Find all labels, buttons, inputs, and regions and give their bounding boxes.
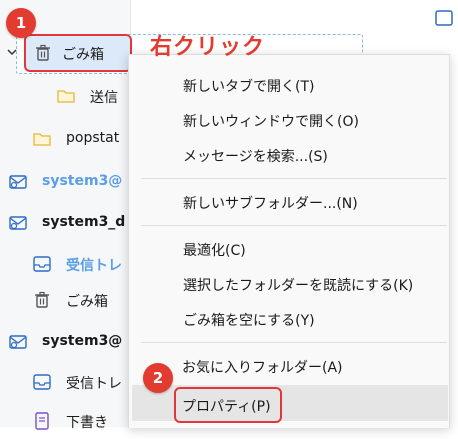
right-click-annotation: 右クリック	[150, 35, 266, 60]
chevron-down-icon[interactable]	[6, 46, 18, 58]
folder-label: ごみ箱	[62, 47, 104, 63]
step-badge-2: 2	[143, 363, 173, 393]
menu-item-open-new-tab[interactable]: 新しいタブで開く(T)	[129, 69, 449, 101]
account-item-system3-b[interactable]: system3@	[0, 324, 140, 360]
account-item-system3-d[interactable]: system3_d	[0, 205, 140, 241]
menu-item-favorite-folder[interactable]: お気に入りフォルダー(A)	[128, 350, 448, 382]
menu-separator	[141, 342, 447, 343]
folder-label: 受信トレ	[66, 258, 122, 274]
mail-account-icon	[9, 335, 27, 349]
folder-item-sent[interactable]: 送信	[0, 78, 140, 114]
folder-label: 送信	[90, 90, 118, 106]
trash-icon	[36, 44, 50, 61]
folder-item-trash[interactable]: ごみ箱	[0, 35, 140, 71]
folder-item-inbox-2[interactable]: 受信トレ	[0, 364, 140, 400]
menu-item-new-subfolder[interactable]: 新しいサブフォルダー...(N)	[129, 186, 449, 218]
menu-item-label: 選択したフォルダーを既読にする(K)	[183, 278, 414, 294]
inbox-icon	[33, 256, 51, 272]
menu-item-label: メッセージを検索...(S)	[183, 149, 328, 165]
folder-label: 受信トレ	[66, 376, 122, 392]
account-item-system3-a[interactable]: system3@	[0, 164, 140, 200]
menu-item-search-messages[interactable]: メッセージを検索...(S)	[129, 139, 449, 171]
folder-item-popstat[interactable]: popstat	[0, 121, 140, 157]
menu-item-label: 新しいサブフォルダー...(N)	[183, 196, 358, 212]
step-badge-1: 1	[6, 8, 36, 38]
menu-item-label: 新しいタブで開く(T)	[183, 79, 315, 95]
menu-item-label: 新しいウィンドウで開く(O)	[183, 114, 359, 130]
drafts-icon	[35, 412, 49, 430]
menu-separator	[141, 178, 447, 179]
menu-item-label: 最適化(C)	[183, 243, 246, 259]
inbox-icon	[33, 374, 51, 390]
menu-item-compact[interactable]: 最適化(C)	[129, 233, 449, 265]
folder-label: popstat	[66, 130, 120, 146]
trash-icon	[35, 291, 49, 308]
folder-icon	[57, 90, 75, 103]
folder-icon	[33, 133, 51, 146]
menu-separator	[141, 225, 447, 226]
folder-item-drafts[interactable]: 下書き	[0, 403, 140, 439]
menu-item-open-new-window[interactable]: 新しいウィンドウで開く(O)	[129, 104, 449, 136]
folder-label: 下書き	[66, 415, 108, 431]
folder-item-trash-2[interactable]: ごみ箱	[0, 282, 140, 318]
account-label: system3@	[42, 173, 123, 189]
folder-label: ごみ箱	[66, 294, 108, 310]
toolbar-area	[415, 0, 458, 30]
mail-account-icon	[9, 216, 27, 230]
menu-item-label: プロパティ(P)	[182, 399, 271, 415]
menu-item-mark-folder-read[interactable]: 選択したフォルダーを既読にする(K)	[129, 268, 449, 300]
menu-item-empty-trash[interactable]: ごみ箱を空にする(Y)	[129, 303, 449, 335]
account-label: system3@	[42, 333, 123, 349]
account-label: system3_d	[42, 214, 126, 230]
mail-account-icon	[9, 175, 27, 189]
menu-item-label: ごみ箱を空にする(Y)	[183, 313, 315, 329]
compose-icon[interactable]	[435, 8, 455, 28]
folder-item-inbox[interactable]: 受信トレ	[0, 246, 140, 282]
menu-item-properties[interactable]: プロパティ(P)	[128, 389, 448, 421]
menu-item-label: お気に入りフォルダー(A)	[182, 360, 343, 376]
